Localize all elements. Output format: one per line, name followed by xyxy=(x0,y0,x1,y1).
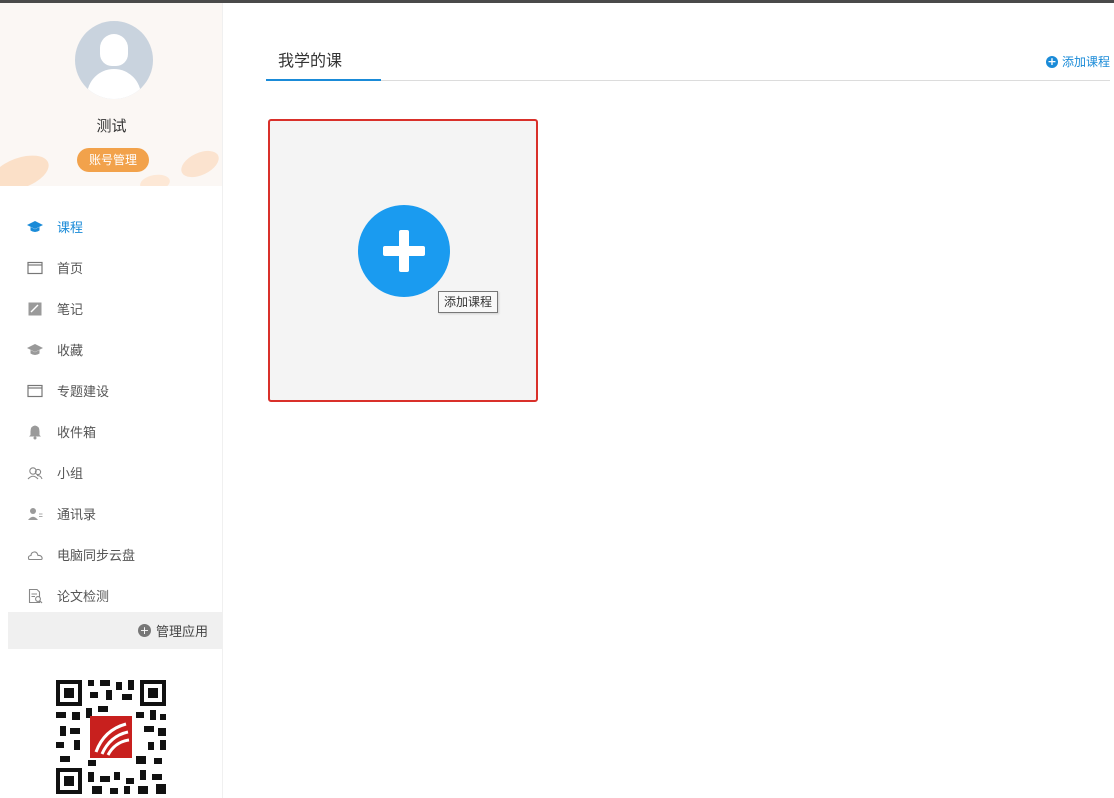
sidebar-item-home[interactable]: 首页 xyxy=(0,247,222,288)
add-course-tooltip: 添加课程 xyxy=(438,291,499,313)
tab-my-courses[interactable]: 我学的课 xyxy=(278,49,342,81)
qr-code xyxy=(52,676,170,798)
sidebar-item-label: 笔记 xyxy=(57,303,84,318)
sidebar-item-label: 论文检测 xyxy=(57,590,110,605)
sidebar-item-notes[interactable]: 笔记 xyxy=(0,288,222,329)
account-management-button[interactable]: 账号管理 xyxy=(77,148,149,172)
sidebar-item-label: 课程 xyxy=(57,221,84,236)
sidebar-item-label: 电脑同步云盘 xyxy=(57,549,136,564)
plus-icon[interactable] xyxy=(358,205,450,297)
bell-icon xyxy=(26,423,44,441)
profile-panel: 测试 账号管理 xyxy=(0,3,222,186)
sidebar-item-contacts[interactable]: 通讯录 xyxy=(0,493,222,534)
sidebar-item-cloud-drive[interactable]: 电脑同步云盘 xyxy=(0,534,222,575)
plus-circle-icon: + xyxy=(137,624,151,637)
sidebar: 测试 账号管理 课程 首页 笔记 收藏 专题建设 收件箱 小组 通讯录 电脑同步… xyxy=(0,3,223,798)
sidebar-item-inbox[interactable]: 收件箱 xyxy=(0,411,222,452)
decoration-blob xyxy=(0,148,54,186)
sidebar-item-groups[interactable]: 小组 xyxy=(0,452,222,493)
avatar[interactable] xyxy=(75,21,153,99)
group-icon xyxy=(26,464,44,482)
add-course-link[interactable]: + 添加课程 xyxy=(1045,53,1110,70)
graduation-cap-icon xyxy=(26,218,44,236)
graduation-cap-icon xyxy=(26,341,44,359)
avatar-head-shape xyxy=(100,34,128,66)
sidebar-item-label: 专题建设 xyxy=(57,385,110,400)
sidebar-item-paper-check[interactable]: 论文检测 xyxy=(0,575,222,616)
main-content: 我学的课 + 添加课程 添加课程 xyxy=(254,3,1114,798)
decoration-blob xyxy=(138,172,172,186)
note-icon xyxy=(26,300,44,318)
sidebar-item-label: 小组 xyxy=(57,467,84,482)
window-icon xyxy=(26,382,44,400)
decoration-blob xyxy=(177,145,222,183)
add-course-card[interactable]: 添加课程 xyxy=(268,119,538,402)
add-course-link-label: 添加课程 xyxy=(1061,55,1110,69)
sidebar-item-label: 收件箱 xyxy=(57,426,97,441)
sidebar-item-favorites[interactable]: 收藏 xyxy=(0,329,222,370)
sidebar-item-topic-construction[interactable]: 专题建设 xyxy=(0,370,222,411)
sidebar-item-label: 首页 xyxy=(57,262,84,277)
plus-circle-icon: + xyxy=(1045,54,1058,68)
avatar-body-shape xyxy=(87,69,141,99)
sidebar-nav: 课程 首页 笔记 收藏 专题建设 收件箱 小组 通讯录 电脑同步云盘 论文检测 xyxy=(0,206,222,616)
contacts-icon xyxy=(26,505,44,523)
sidebar-item-label: 通讯录 xyxy=(57,508,97,523)
window-icon xyxy=(26,259,44,277)
username: 测试 xyxy=(96,117,127,135)
cloud-icon xyxy=(26,546,44,564)
tab-bar: 我学的课 xyxy=(266,45,1110,81)
plus-vertical-bar xyxy=(399,230,409,272)
manage-apps-label: 管理应用 xyxy=(155,625,208,640)
document-check-icon xyxy=(26,587,44,605)
active-tab-indicator xyxy=(266,79,381,81)
sidebar-item-courses[interactable]: 课程 xyxy=(0,206,222,247)
manage-apps-button[interactable]: + 管理应用 xyxy=(8,612,222,649)
sidebar-item-label: 收藏 xyxy=(57,344,84,359)
